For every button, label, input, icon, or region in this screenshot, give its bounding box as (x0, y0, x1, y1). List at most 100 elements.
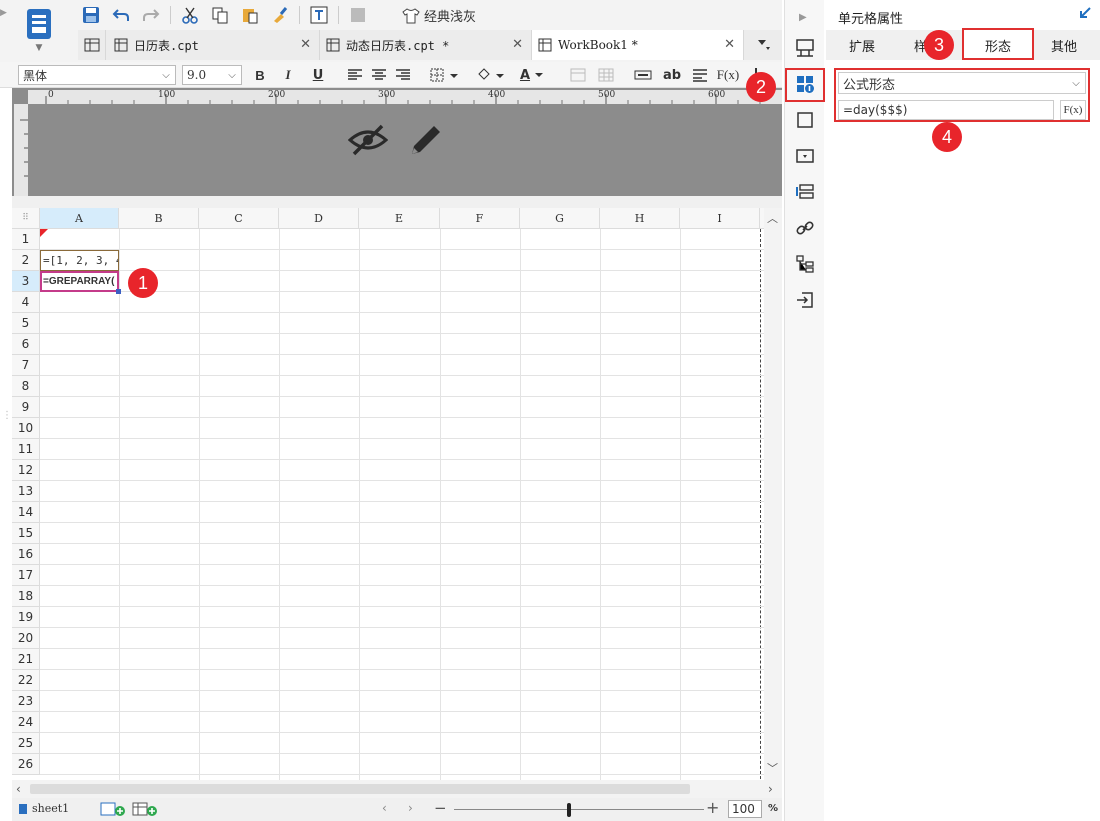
undo-icon[interactable] (110, 4, 132, 26)
font-family-select[interactable]: 黑体 ⌵ (18, 65, 176, 85)
collapse-arrow-icon[interactable]: ▶ (0, 8, 10, 22)
scroll-left-icon[interactable]: ‹ (16, 782, 21, 796)
collapse-panel-icon[interactable] (1078, 6, 1092, 23)
row-header[interactable]: 20 (12, 628, 40, 649)
save-icon[interactable] (80, 4, 102, 26)
format-painter-icon[interactable] (269, 4, 291, 26)
tab-calendar[interactable]: 日历表.cpt ✕ (108, 30, 320, 60)
splitter[interactable] (12, 196, 782, 208)
cell-a2[interactable]: =[1, 2, 3, 4, (40, 250, 119, 271)
prev-sheet-icon[interactable]: ‹ (382, 801, 387, 815)
app-logo[interactable]: ▼ (14, 4, 64, 56)
horizontal-scrollbar[interactable]: ‹ › (12, 780, 782, 798)
column-header[interactable]: E (359, 208, 440, 229)
text-color-button[interactable]: A (516, 65, 550, 85)
column-header[interactable]: A (40, 208, 119, 229)
column-header[interactable]: F (440, 208, 520, 229)
pencil-icon[interactable] (406, 122, 444, 163)
dropdown-widget-icon[interactable] (793, 144, 817, 168)
column-header[interactable]: B (119, 208, 199, 229)
tab-workbook1[interactable]: WorkBook1 * ✕ (532, 30, 744, 60)
row-header[interactable]: 10 (12, 418, 40, 439)
zoom-slider-handle[interactable] (567, 803, 571, 817)
close-icon[interactable]: ✕ (300, 37, 311, 52)
row-header[interactable]: 24 (12, 712, 40, 733)
column-header[interactable]: G (520, 208, 600, 229)
tab-dynamic-calendar[interactable]: 动态日历表.cpt * ✕ (320, 30, 532, 60)
tab-menu-button[interactable] (746, 30, 782, 60)
row-header[interactable]: 16 (12, 544, 40, 565)
logo-dropdown-icon[interactable]: ▼ (36, 43, 43, 53)
align-left-button[interactable] (346, 65, 364, 85)
text-box-icon[interactable] (308, 4, 330, 26)
scroll-down-icon[interactable]: ﹀ (767, 760, 778, 776)
row-header[interactable]: 12 (12, 460, 40, 481)
new-sheet-tab[interactable] (78, 30, 106, 60)
report-design-area[interactable] (12, 88, 782, 196)
align-right-button[interactable] (394, 65, 412, 85)
row-header[interactable]: 7 (12, 355, 40, 376)
formula-button[interactable]: F(x) (716, 65, 740, 85)
zoom-slider-track[interactable] (454, 809, 704, 810)
row-header[interactable]: 5 (12, 313, 40, 334)
row-header[interactable]: 2 (12, 250, 40, 271)
fill-color-button[interactable] (474, 65, 508, 85)
line-spacing-button[interactable] (690, 65, 710, 85)
vertical-scrollbar[interactable]: ︿ ﹀ (764, 208, 782, 780)
zoom-out-icon[interactable]: − (434, 799, 447, 817)
zoom-input[interactable]: 100 (728, 800, 762, 818)
cut-icon[interactable] (179, 4, 201, 26)
scroll-right-icon[interactable]: › (768, 782, 773, 796)
left-splitter-handle[interactable]: ⋮ (2, 410, 12, 424)
select-all-corner[interactable]: ⠿ (12, 208, 40, 229)
close-icon[interactable]: ✕ (512, 37, 523, 52)
eye-slash-icon[interactable] (347, 122, 389, 161)
bold-button[interactable]: B (250, 65, 270, 85)
zoom-in-icon[interactable]: + (706, 798, 719, 817)
row-header[interactable]: 11 (12, 439, 40, 460)
row-header[interactable]: 13 (12, 481, 40, 502)
formula-editor-button[interactable]: F(x) (1060, 100, 1086, 120)
italic-button[interactable]: I (278, 65, 298, 85)
align-center-button[interactable] (370, 65, 388, 85)
row-header[interactable]: 26 (12, 754, 40, 775)
sheet-tab[interactable]: sheet1 (18, 802, 69, 815)
row-header[interactable]: 25 (12, 733, 40, 754)
underline-button[interactable]: U (308, 65, 328, 85)
form-type-select[interactable]: 公式形态 ⌵ (838, 72, 1086, 94)
hyperlink-icon[interactable] (793, 216, 817, 240)
row-header[interactable]: 19 (12, 607, 40, 628)
row-header[interactable]: 18 (12, 586, 40, 607)
column-header[interactable]: I (680, 208, 760, 229)
text-rotate-button[interactable]: ab (662, 65, 682, 85)
widget-settings-icon[interactable] (793, 36, 817, 60)
row-header[interactable]: 8 (12, 376, 40, 397)
scroll-thumb[interactable] (30, 784, 690, 794)
row-header[interactable]: 21 (12, 649, 40, 670)
expand-arrow-icon[interactable]: ▶ (799, 12, 807, 23)
row-header[interactable]: 9 (12, 397, 40, 418)
column-header[interactable]: D (279, 208, 359, 229)
row-header[interactable]: 3 (12, 271, 40, 292)
tab-expand[interactable]: 扩展 (830, 30, 894, 60)
tree-structure-icon[interactable] (793, 252, 817, 276)
paste-icon[interactable] (239, 4, 261, 26)
border-button[interactable] (428, 65, 462, 85)
fill-handle[interactable] (116, 289, 121, 294)
cell-a3-selected[interactable]: =GREPARRAY( (40, 271, 119, 292)
text-field-button[interactable] (632, 65, 654, 85)
row-header[interactable]: 1 (12, 229, 40, 250)
condition-attributes-icon[interactable] (793, 180, 817, 204)
scroll-up-icon[interactable]: ︿ (767, 210, 778, 226)
data-entry-icon[interactable] (793, 288, 817, 312)
column-header[interactable]: C (199, 208, 279, 229)
column-header[interactable]: H (600, 208, 680, 229)
next-sheet-icon[interactable]: › (408, 801, 413, 815)
copy-icon[interactable] (209, 4, 231, 26)
row-header[interactable]: 23 (12, 691, 40, 712)
font-size-select[interactable]: 9.0 ⌵ (182, 65, 242, 85)
formula-input[interactable]: =day($$$) (838, 100, 1054, 120)
row-header[interactable]: 22 (12, 670, 40, 691)
add-sheet-icon[interactable] (100, 801, 126, 820)
row-header[interactable]: 15 (12, 523, 40, 544)
